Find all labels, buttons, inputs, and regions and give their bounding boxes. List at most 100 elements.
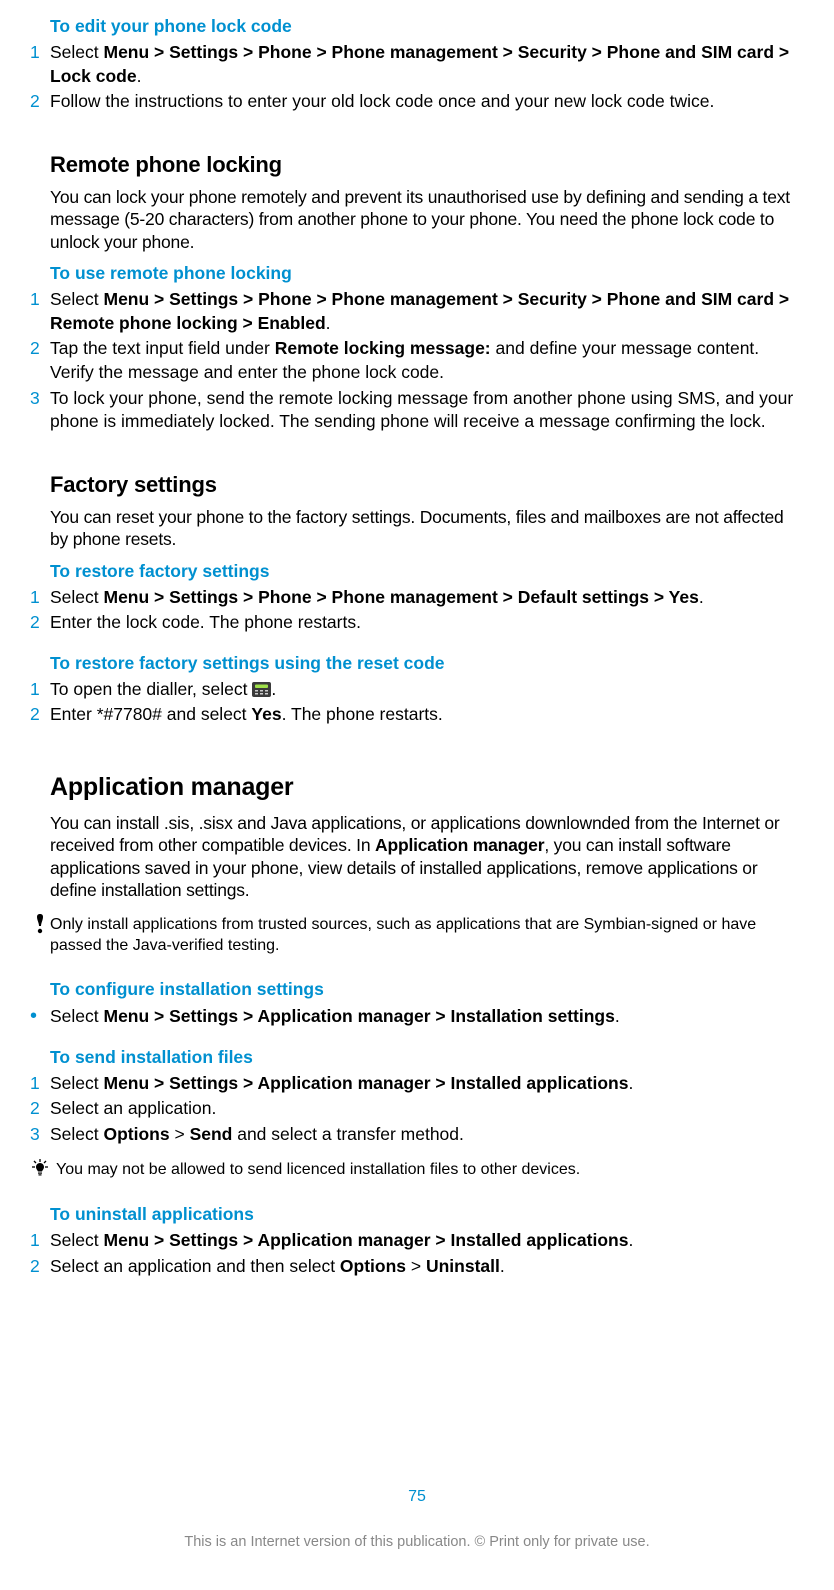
bold-label: Remote locking message:: [275, 338, 491, 358]
step-post: .: [271, 679, 276, 699]
step-row: 1 Select Menu > Settings > Phone > Phone…: [30, 41, 804, 88]
warning-icon: [30, 914, 50, 957]
step-number: 1: [30, 1229, 50, 1253]
step-pre: To open the dialler, select: [50, 679, 252, 699]
step-row: 1 Select Menu > Settings > Application m…: [30, 1229, 804, 1253]
step-number: 2: [30, 337, 50, 384]
step-text: Tap the text input field under Remote lo…: [50, 337, 804, 384]
step-text: Enter *#7780# and select Yes. The phone …: [50, 703, 804, 727]
bold-label: Uninstall: [426, 1256, 500, 1276]
step-text: Select Menu > Settings > Phone > Phone m…: [50, 586, 804, 610]
menu-path: Menu > Settings > Application manager > …: [104, 1006, 615, 1026]
step-post: .: [699, 587, 704, 607]
step-row: 3 To lock your phone, send the remote lo…: [30, 387, 804, 434]
section-heading-factory-settings: Factory settings: [50, 472, 804, 498]
step-pre: Select: [50, 1073, 104, 1093]
step-mid: >: [170, 1124, 190, 1144]
proc-title-send-install-files: To send installation files: [50, 1047, 804, 1068]
step-post: .: [628, 1230, 633, 1250]
section-intro: You can reset your phone to the factory …: [50, 506, 804, 551]
warning-text: Only install applications from trusted s…: [50, 914, 804, 957]
step-text: Select Menu > Settings > Application man…: [50, 1072, 804, 1096]
step-pre: Select: [50, 1006, 104, 1026]
tip-icon: [30, 1159, 50, 1181]
step-row: 1 To open the dialler, select .: [30, 678, 804, 702]
step-number: 2: [30, 90, 50, 114]
section-heading-application-manager: Application manager: [50, 773, 804, 802]
step-post: .: [628, 1073, 633, 1093]
step-row: 3 Select Options > Send and select a tra…: [30, 1123, 804, 1147]
step-pre: Enter *#7780# and select: [50, 704, 251, 724]
step-number: 2: [30, 611, 50, 635]
step-text: Select Menu > Settings > Phone > Phone m…: [50, 288, 804, 335]
step-pre: Select: [50, 289, 104, 309]
tip-note: You may not be allowed to send licenced …: [30, 1159, 804, 1181]
step-number: 1: [30, 1072, 50, 1096]
menu-path: Menu > Settings > Application manager > …: [104, 1230, 629, 1250]
tip-text: You may not be allowed to send licenced …: [50, 1159, 804, 1181]
step-text: Select Menu > Settings > Application man…: [50, 1229, 804, 1253]
step-row: 1 Select Menu > Settings > Phone > Phone…: [30, 288, 804, 335]
step-text: Enter the lock code. The phone restarts.: [50, 611, 804, 635]
section-heading-remote-locking: Remote phone locking: [50, 152, 804, 178]
step-pre: Select: [50, 1124, 104, 1144]
menu-path: Menu > Settings > Application manager > …: [104, 1073, 629, 1093]
step-post: . The phone restarts.: [282, 704, 443, 724]
proc-title-edit-lock-code: To edit your phone lock code: [50, 16, 804, 37]
proc-title-configure-install-settings: To configure installation settings: [50, 979, 804, 1000]
step-text: To open the dialler, select .: [50, 678, 804, 702]
step-number: 2: [30, 1097, 50, 1121]
step-row: 2 Enter *#7780# and select Yes. The phon…: [30, 703, 804, 727]
step-row: 2 Enter the lock code. The phone restart…: [30, 611, 804, 635]
step-row: 2 Select an application.: [30, 1097, 804, 1121]
step-number: 1: [30, 586, 50, 610]
bullet-row: • Select Menu > Settings > Application m…: [30, 1006, 804, 1027]
warning-note: Only install applications from trusted s…: [30, 914, 804, 957]
step-post: and select a transfer method.: [232, 1124, 464, 1144]
section-intro: You can install .sis, .sisx and Java app…: [50, 812, 804, 902]
step-text: Select Menu > Settings > Phone > Phone m…: [50, 41, 804, 88]
bold-label: Options: [340, 1256, 406, 1276]
step-text: Select Options > Send and select a trans…: [50, 1123, 804, 1147]
page-number: 75: [0, 1488, 834, 1506]
step-mid: >: [406, 1256, 426, 1276]
step-number: 3: [30, 1123, 50, 1147]
step-text: Select an application and then select Op…: [50, 1255, 804, 1279]
section-intro: You can lock your phone remotely and pre…: [50, 186, 804, 253]
step-number: 2: [30, 1255, 50, 1279]
proc-title-uninstall-apps: To uninstall applications: [50, 1204, 804, 1225]
bullet-dot: •: [30, 1006, 50, 1027]
step-post: .: [137, 66, 142, 86]
step-text: Follow the instructions to enter your ol…: [50, 90, 804, 114]
step-row: 1 Select Menu > Settings > Application m…: [30, 1072, 804, 1096]
step-pre: Select an application and then select: [50, 1256, 340, 1276]
bold-label: Send: [190, 1124, 233, 1144]
menu-path: Menu > Settings > Phone > Phone manageme…: [104, 587, 699, 607]
step-number: 1: [30, 678, 50, 702]
step-number: 3: [30, 387, 50, 434]
proc-title-use-remote-locking: To use remote phone locking: [50, 263, 804, 284]
page-footer: 75 This is an Internet version of this p…: [0, 1488, 834, 1550]
page-content: To edit your phone lock code 1 Select Me…: [20, 0, 814, 1279]
step-text: To lock your phone, send the remote lock…: [50, 387, 804, 434]
proc-title-restore-factory: To restore factory settings: [50, 561, 804, 582]
bold-label: Options: [104, 1124, 170, 1144]
step-number: 1: [30, 288, 50, 335]
step-number: 2: [30, 703, 50, 727]
step-post: .: [326, 313, 331, 333]
step-post: .: [500, 1256, 505, 1276]
footer-copyright: This is an Internet version of this publ…: [0, 1534, 834, 1550]
proc-title-restore-factory-reset-code: To restore factory settings using the re…: [50, 653, 804, 674]
step-pre: Select: [50, 1230, 104, 1250]
step-row: 2 Follow the instructions to enter your …: [30, 90, 804, 114]
step-pre: Tap the text input field under: [50, 338, 275, 358]
menu-path: Menu > Settings > Phone > Phone manageme…: [50, 289, 789, 333]
menu-path: Menu > Settings > Phone > Phone manageme…: [50, 42, 789, 86]
step-number: 1: [30, 41, 50, 88]
intro-bold: Application manager: [375, 835, 544, 855]
step-row: 2 Tap the text input field under Remote …: [30, 337, 804, 384]
step-pre: Select: [50, 587, 104, 607]
bold-label: Yes: [251, 704, 281, 724]
step-post: .: [615, 1006, 620, 1026]
dialler-icon: [252, 680, 271, 695]
